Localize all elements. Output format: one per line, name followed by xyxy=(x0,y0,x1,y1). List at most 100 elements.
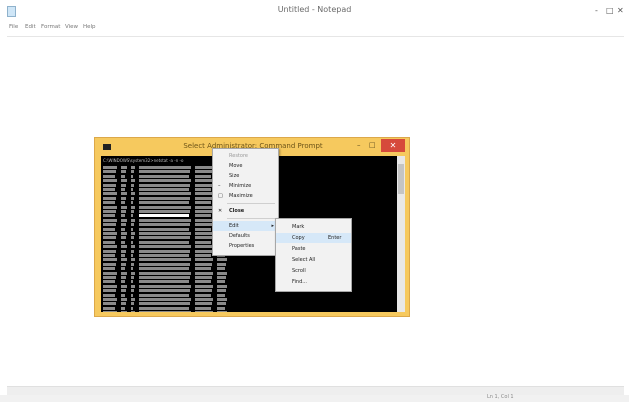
console-text-segment xyxy=(103,271,117,275)
console-text-segment xyxy=(139,254,189,257)
console-text-segment xyxy=(131,271,135,275)
console-text-segment xyxy=(103,289,116,293)
console-text-segment xyxy=(139,271,191,275)
menu-item-edit[interactable]: Edit ▸ xyxy=(213,221,278,231)
submenu-item-mark[interactable]: Mark xyxy=(276,222,351,232)
console-text-segment xyxy=(121,249,126,253)
console-row xyxy=(103,280,303,284)
console-text-segment xyxy=(139,188,189,191)
console-text-segment xyxy=(139,192,191,196)
console-scroll-thumb[interactable] xyxy=(398,164,404,194)
console-text-segment xyxy=(103,311,117,312)
console-text-segment xyxy=(131,276,134,279)
console-text-segment xyxy=(121,298,127,301)
menu-item-size[interactable]: Size xyxy=(213,171,278,181)
console-text-segment xyxy=(121,232,127,235)
console-text-segment xyxy=(103,183,116,187)
console-text-segment xyxy=(103,280,115,284)
console-text-segment xyxy=(121,284,127,288)
console-close-button[interactable]: ✕ xyxy=(381,139,405,152)
console-text-segment xyxy=(139,218,191,222)
console-text-segment xyxy=(121,276,126,279)
console-text-segment xyxy=(139,179,191,183)
menu-item-maximize[interactable]: □ Maximize xyxy=(213,191,278,201)
console-text-segment xyxy=(139,289,190,293)
console-text-segment xyxy=(121,196,126,200)
console-text-segment xyxy=(103,276,116,279)
console-text-segment xyxy=(131,258,135,262)
console-text-segment xyxy=(131,280,133,284)
console-text-segment xyxy=(195,210,212,213)
console-text-segment xyxy=(139,311,191,312)
minimize-button[interactable]: - xyxy=(595,6,598,15)
console-text-segment xyxy=(103,166,117,169)
menu-view[interactable]: View xyxy=(65,24,78,30)
close-button[interactable]: ✕ xyxy=(617,6,624,15)
submenu-item-select-all[interactable]: Select All xyxy=(276,255,351,265)
console-text-segment xyxy=(131,289,134,293)
console-text-segment xyxy=(195,236,212,240)
console-minimize-button[interactable]: – xyxy=(357,141,361,149)
console-maximize-button[interactable]: □ xyxy=(369,141,376,149)
menu-item-properties[interactable]: Properties xyxy=(213,241,278,251)
menu-help[interactable]: Help xyxy=(83,24,96,30)
console-text-segment xyxy=(195,311,213,312)
console-text-segment xyxy=(121,262,126,266)
console-text-segment xyxy=(131,249,134,253)
menu-format[interactable]: Format xyxy=(41,24,60,30)
minimize-icon: – xyxy=(218,183,221,189)
console-text-segment xyxy=(139,258,191,262)
console-text-segment xyxy=(195,166,213,169)
console-text-segment xyxy=(131,192,135,196)
menu-item-defaults[interactable]: Defaults xyxy=(213,231,278,241)
console-text-segment xyxy=(217,258,227,262)
console-text-segment xyxy=(195,284,213,288)
console-text-segment xyxy=(217,298,227,301)
console-text-segment xyxy=(195,196,212,200)
console-text-segment xyxy=(131,232,135,235)
console-vertical-scrollbar[interactable] xyxy=(397,156,405,312)
menu-item-close[interactable]: ✕ Close xyxy=(213,206,278,216)
console-text-segment xyxy=(195,205,213,209)
console-text-segment xyxy=(103,293,115,297)
submenu-item-find[interactable]: Find... xyxy=(276,277,351,287)
console-text-segment xyxy=(139,183,190,187)
console-text-segment xyxy=(121,271,127,275)
console-text-segment xyxy=(121,254,125,257)
menu-item-restore[interactable]: Restore xyxy=(213,151,278,161)
console-text-segment xyxy=(139,201,189,205)
menu-edit[interactable]: Edit xyxy=(25,24,36,30)
menu-bar: File Edit Format View Help xyxy=(0,23,629,35)
console-text-segment xyxy=(195,223,212,227)
console-text-segment xyxy=(131,311,135,312)
menu-item-minimize[interactable]: – Minimize xyxy=(213,181,278,191)
console-text-segment xyxy=(139,298,191,301)
console-text-segment xyxy=(131,205,135,209)
console-row xyxy=(103,276,303,280)
console-text-segment xyxy=(131,227,133,231)
console-text-segment xyxy=(121,302,126,306)
console-text-segment xyxy=(121,258,127,262)
console-text-segment xyxy=(139,284,191,288)
submenu-item-scroll[interactable]: Scroll xyxy=(276,266,351,276)
edit-submenu: Mark Copy Enter Paste Select All Scroll F… xyxy=(275,218,352,292)
console-text-segment xyxy=(195,240,211,244)
console-text-segment xyxy=(103,245,117,249)
console-text-segment xyxy=(121,188,125,191)
console-text-segment xyxy=(103,249,116,253)
console-text-segment xyxy=(131,240,133,244)
menu-file[interactable]: File xyxy=(9,24,18,30)
console-text-segment xyxy=(131,254,133,257)
menu-item-move[interactable]: Move xyxy=(213,161,278,171)
submenu-item-copy[interactable]: Copy Enter xyxy=(276,233,351,243)
submenu-item-paste[interactable]: Paste xyxy=(276,244,351,254)
console-text-segment xyxy=(217,293,225,297)
console-row xyxy=(103,298,303,302)
maximize-button[interactable]: □ xyxy=(606,6,614,15)
console-text-segment xyxy=(195,249,212,253)
console-text-segment xyxy=(131,284,135,288)
console-text-segment xyxy=(139,196,190,200)
console-text-segment xyxy=(217,306,225,310)
console-text-segment xyxy=(131,179,135,183)
console-text-segment xyxy=(195,218,213,222)
